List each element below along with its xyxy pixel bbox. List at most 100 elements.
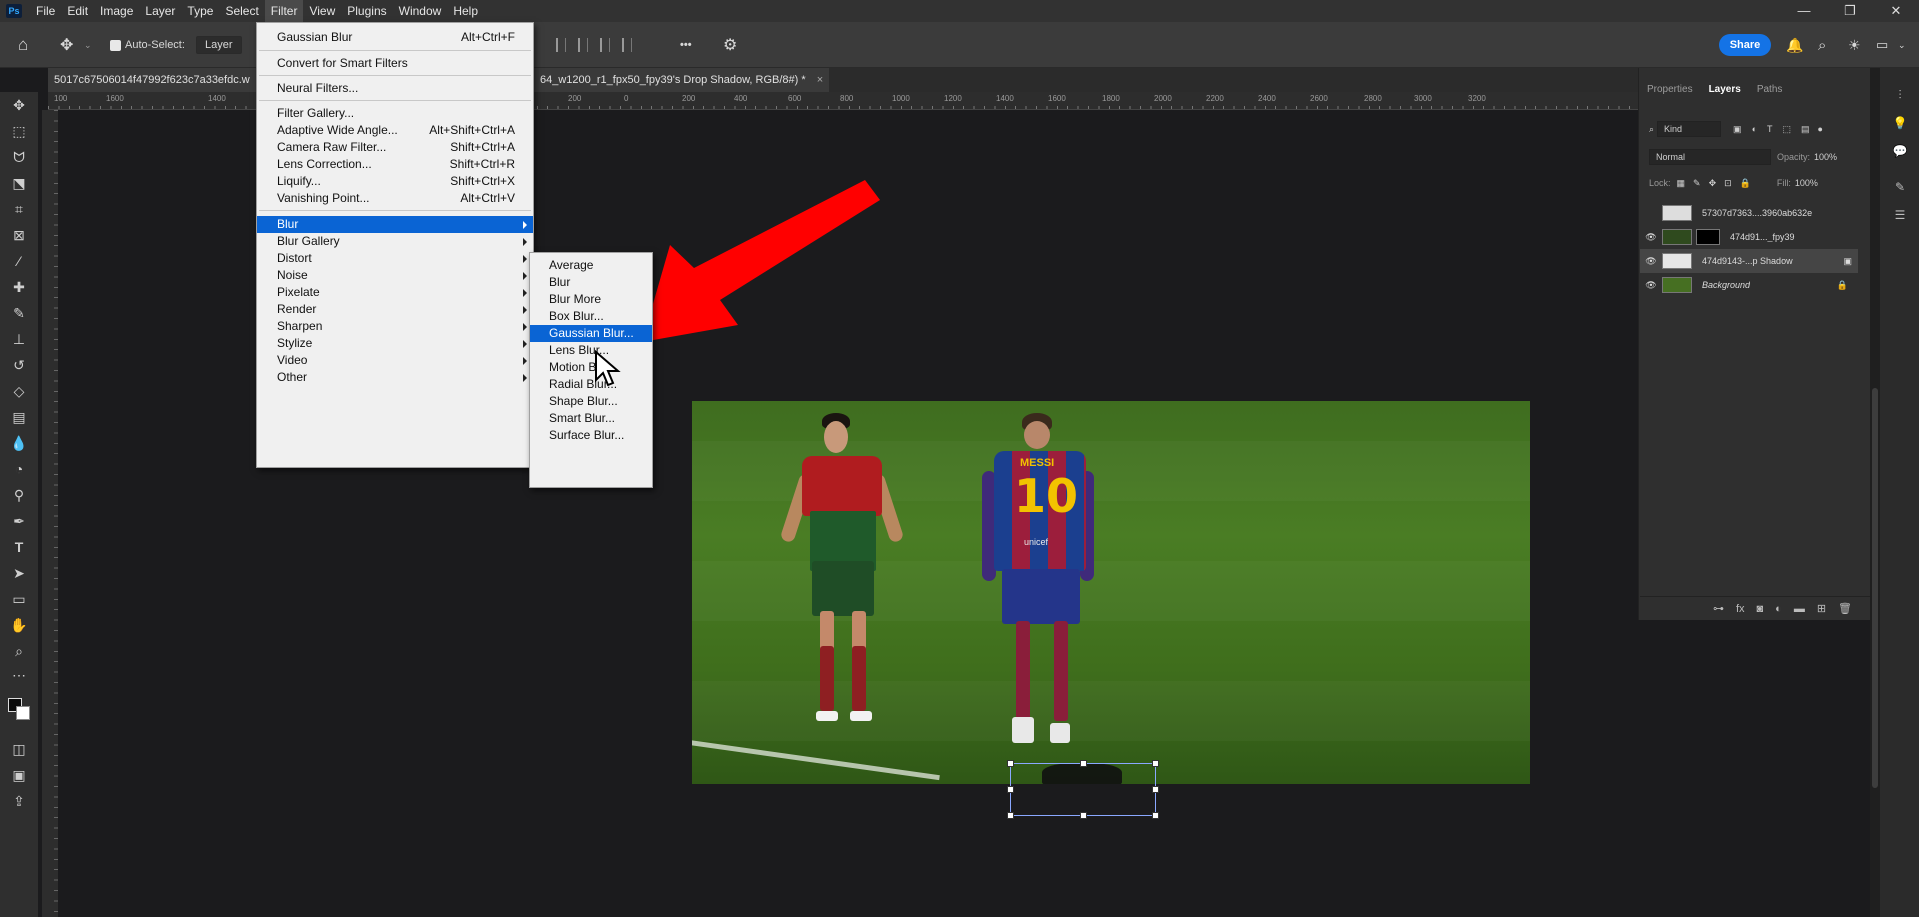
fx-icon[interactable]: fx xyxy=(1736,603,1745,615)
tab-paths[interactable]: Paths xyxy=(1749,80,1791,100)
gear-icon[interactable]: ⚙ xyxy=(723,22,737,68)
align-middle-icon[interactable] xyxy=(578,38,588,52)
transform-handle[interactable] xyxy=(1152,760,1159,767)
search-icon[interactable]: ⌕ xyxy=(1818,22,1826,68)
close-tab-icon[interactable]: × xyxy=(817,74,823,86)
transform-handle[interactable] xyxy=(1152,786,1159,793)
menu-item-pixelate[interactable]: Pixelate xyxy=(257,284,533,301)
transform-handle[interactable] xyxy=(1080,812,1087,819)
lock-all-icon[interactable]: 🔒 xyxy=(1740,178,1751,189)
eraser-tool-icon[interactable]: ◇ xyxy=(9,382,29,400)
menu-item-video[interactable]: Video xyxy=(257,352,533,369)
eye-icon[interactable]: 👁 xyxy=(1640,232,1662,243)
tab-properties[interactable]: Properties xyxy=(1639,80,1701,100)
workspace-icon[interactable]: ▭ xyxy=(1876,22,1888,68)
menu-item-convert-smart-filters[interactable]: Convert for Smart Filters xyxy=(257,55,533,72)
layer-row[interactable]: 57307d7363....3960ab632e xyxy=(1640,201,1858,225)
crop-tool-icon[interactable]: ⌗ xyxy=(9,200,29,218)
eye-icon[interactable]: 👁 xyxy=(1640,256,1662,267)
menu-select[interactable]: Select xyxy=(219,0,264,22)
menu-file[interactable]: File xyxy=(30,0,61,22)
menu-layer[interactable]: Layer xyxy=(139,0,181,22)
checkbox-icon[interactable] xyxy=(110,39,121,51)
lightbulb-icon[interactable]: ☀ xyxy=(1848,22,1861,68)
transform-handle[interactable] xyxy=(1007,786,1014,793)
menu-item-distort[interactable]: Distort xyxy=(257,250,533,267)
filter-pixel-icon[interactable]: ▣ xyxy=(1733,124,1742,135)
screen-mode-icon[interactable]: ▣ xyxy=(9,766,29,784)
add-mask-icon[interactable]: ◙ xyxy=(1757,603,1764,615)
path-select-tool-icon[interactable]: ➤ xyxy=(9,564,29,582)
new-layer-icon[interactable]: ⊞ xyxy=(1817,602,1826,615)
quick-mask-icon[interactable]: ◫ xyxy=(9,740,29,758)
opacity-value[interactable]: 100% xyxy=(1814,152,1837,162)
blend-mode-dropdown[interactable]: Normal xyxy=(1649,149,1771,165)
dodge-tool-icon[interactable]: ◔ xyxy=(9,460,29,478)
transform-handle[interactable] xyxy=(1007,760,1014,767)
submenu-item-blur[interactable]: Blur xyxy=(530,274,652,291)
transform-handle[interactable] xyxy=(1152,812,1159,819)
menu-view[interactable]: View xyxy=(303,0,341,22)
blur-tool-icon[interactable]: 💧 xyxy=(9,434,29,452)
more-tools-icon[interactable]: ⋯ xyxy=(9,666,29,684)
stamp-tool-icon[interactable]: ⊥ xyxy=(9,330,29,348)
menu-item-liquify[interactable]: Liquify... Shift+Ctrl+X xyxy=(257,173,533,190)
filter-adjustment-icon[interactable]: ◐ xyxy=(1752,124,1757,134)
restore-button[interactable]: ❐ xyxy=(1827,0,1873,22)
panel-scrollbar[interactable] xyxy=(1870,68,1880,917)
menu-item-filter-gallery[interactable]: Filter Gallery... xyxy=(257,105,533,122)
filter-smart-object-icon[interactable]: ▤ xyxy=(1801,124,1810,135)
auto-select-checkbox[interactable]: Auto-Select: xyxy=(110,22,185,68)
comments-icon[interactable]: 💬 xyxy=(1892,144,1908,158)
color-swatches[interactable] xyxy=(4,692,32,722)
lock-move-icon[interactable]: ✥ xyxy=(1709,178,1717,189)
share-button[interactable]: Share xyxy=(1719,34,1771,56)
menu-plugins[interactable]: Plugins xyxy=(341,0,392,22)
blur-submenu-dropdown[interactable]: Average Blur Blur More Box Blur... Gauss… xyxy=(529,252,653,488)
menu-item-render[interactable]: Render xyxy=(257,301,533,318)
link-layers-icon[interactable]: ⊶ xyxy=(1713,602,1724,615)
auto-select-dropdown[interactable]: Layer xyxy=(196,22,242,68)
eye-icon[interactable]: 👁 xyxy=(1640,280,1662,291)
document-tab-1[interactable]: 5017c67506014f47992f623c7a33efdc.w xyxy=(48,68,256,92)
transform-handle[interactable] xyxy=(1080,760,1087,767)
layer-row-selected[interactable]: 👁 474d9143-...p Shadow ▣ xyxy=(1640,249,1858,273)
fill-value[interactable]: 100% xyxy=(1795,178,1818,188)
auto-select-value[interactable]: Layer xyxy=(196,36,242,54)
submenu-item-gaussian-blur[interactable]: Gaussian Blur... xyxy=(530,325,652,342)
healing-brush-tool-icon[interactable]: ✚ xyxy=(9,278,29,296)
menu-filter[interactable]: Filter xyxy=(264,0,304,22)
frame-tool-icon[interactable]: ⊠ xyxy=(9,226,29,244)
menu-item-noise[interactable]: Noise xyxy=(257,267,533,284)
home-icon[interactable]: ⌂ xyxy=(18,22,28,68)
tool-preset-chevron-icon[interactable]: ⌄ xyxy=(84,22,92,68)
submenu-item-motion-blur[interactable]: Motion Blur... xyxy=(530,359,652,376)
hand-tool-icon[interactable]: ✋ xyxy=(9,616,29,634)
eyedropper-tool-icon[interactable]: ⁄ xyxy=(9,252,29,270)
minimize-button[interactable]: — xyxy=(1781,0,1827,22)
menu-item-blur-gallery[interactable]: Blur Gallery xyxy=(257,233,533,250)
sponge-tool-icon[interactable]: ⚲ xyxy=(9,486,29,504)
lock-brush-icon[interactable]: ✎ xyxy=(1693,178,1701,189)
more-options-button[interactable]: ••• xyxy=(680,22,692,68)
menu-item-adaptive-wide-angle[interactable]: Adaptive Wide Angle... Alt+Shift+Ctrl+A xyxy=(257,122,533,139)
adjustment-layer-icon[interactable]: ◐ xyxy=(1775,603,1782,615)
rectangle-tool-icon[interactable]: ▭ xyxy=(9,590,29,608)
submenu-item-smart-blur[interactable]: Smart Blur... xyxy=(530,410,652,427)
lock-artboard-icon[interactable]: ⊡ xyxy=(1724,178,1732,189)
menu-item-neural-filters[interactable]: Neural Filters... xyxy=(257,80,533,97)
align-bottom-icon[interactable] xyxy=(600,38,610,52)
align-top-icon[interactable] xyxy=(556,38,566,52)
distribute-icon[interactable] xyxy=(622,38,632,52)
document-tab-2[interactable]: 64_w1200_r1_fpx50_fpy39's Drop Shadow, R… xyxy=(534,68,830,92)
filter-toggle-icon[interactable]: ● xyxy=(1818,124,1823,134)
submenu-item-radial-blur[interactable]: Radial Blur... xyxy=(530,376,652,393)
menu-type[interactable]: Type xyxy=(181,0,219,22)
marquee-tool-icon[interactable]: ⬚ xyxy=(9,122,29,140)
menu-item-blur[interactable]: Blur xyxy=(257,216,533,233)
submenu-item-lens-blur[interactable]: Lens Blur... xyxy=(530,342,652,359)
trash-icon[interactable]: 🗑 xyxy=(1838,602,1852,615)
menu-item-sharpen[interactable]: Sharpen xyxy=(257,318,533,335)
share-export-icon[interactable]: ⇪ xyxy=(9,792,29,810)
learn-icon[interactable]: 💡 xyxy=(1892,116,1908,130)
